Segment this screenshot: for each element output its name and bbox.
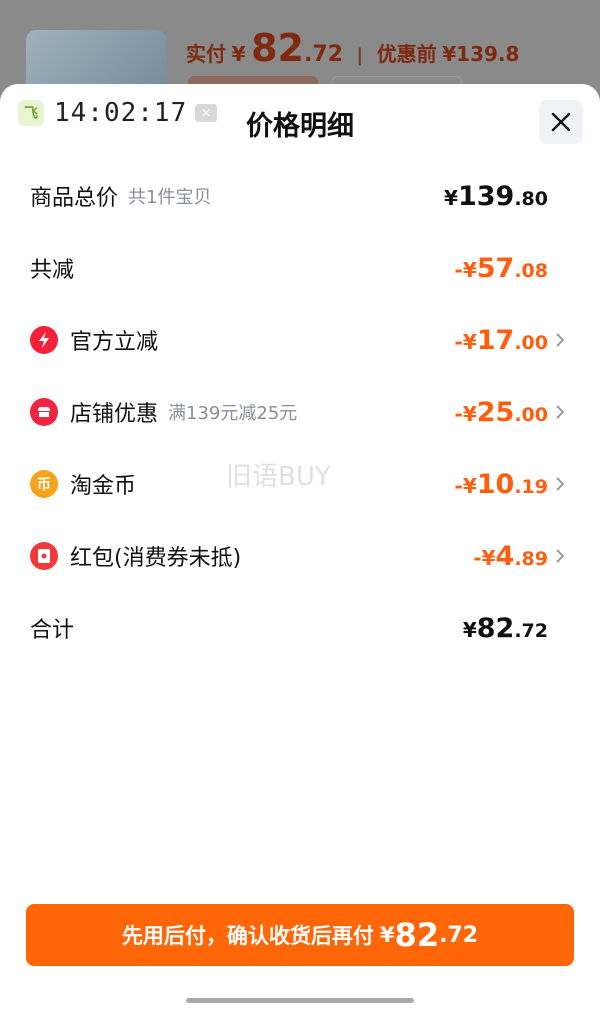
price-detail-sheet: 飞 14:02:17 × 价格明细 商品总价 共1件宝贝 ¥139.80 共减 …	[0, 84, 600, 1014]
paid-dec: .72	[303, 42, 343, 67]
amount-int: 4	[495, 540, 515, 572]
row-sub: 共1件宝贝	[128, 187, 212, 208]
row-grand-total: 合计 ¥82.72	[30, 608, 570, 648]
row-label: 店铺优惠	[70, 402, 159, 427]
amount-minus: -	[454, 329, 463, 354]
row-official-discount[interactable]: 官方立减 -¥17.00	[30, 320, 570, 360]
row-total-discount: 共减 -¥57.08	[30, 248, 570, 288]
row-label: 红包(消费券未抵)	[70, 546, 242, 571]
amount-minus: -	[454, 401, 463, 426]
amount-yen: ¥	[444, 185, 458, 210]
amount-yen: ¥	[462, 257, 477, 282]
amount-dec: .80	[514, 187, 548, 210]
lightning-icon	[30, 326, 58, 354]
row-amount: -¥17.00	[455, 325, 548, 356]
amount-yen: ¥	[462, 473, 477, 498]
amount-int: 57	[476, 252, 515, 284]
close-button[interactable]	[539, 100, 583, 144]
original-price: ¥139.8	[442, 42, 520, 66]
amount-int: 25	[476, 396, 515, 428]
home-indicator[interactable]	[186, 998, 414, 1003]
coin-icon: 币	[30, 470, 58, 498]
row-amount: -¥25.00	[455, 397, 548, 428]
row-label: 合计	[30, 618, 75, 643]
coin-icon-text: 币	[37, 477, 51, 493]
amount-int: 17	[476, 324, 515, 356]
paid-yen: ¥	[231, 42, 246, 66]
paid-int: 82	[251, 26, 304, 70]
close-icon	[551, 112, 571, 132]
chevron-right-icon	[556, 549, 565, 563]
amount-yen: ¥	[462, 329, 477, 354]
amount-int: 139	[457, 180, 515, 212]
row-red-packet[interactable]: 红包(消费券未抵) -¥4.89	[30, 536, 570, 576]
amount-dec: .19	[514, 475, 548, 498]
chevron-right-icon	[556, 405, 565, 419]
amount-dec: .72	[514, 619, 548, 642]
row-shop-discount[interactable]: 店铺优惠 满139元减25元 -¥25.00	[30, 392, 570, 432]
shop-icon	[30, 398, 58, 426]
row-amount: -¥4.89	[473, 541, 548, 572]
amount-yen: ¥	[462, 401, 477, 426]
original-label: 优惠前	[376, 42, 437, 66]
amount-dec: .89	[514, 547, 548, 570]
row-amount: -¥57.08	[455, 253, 548, 284]
sheet-title: 价格明细	[246, 111, 354, 142]
row-sub: 满139元减25元	[168, 403, 298, 424]
price-separator: |	[356, 45, 364, 66]
amount-minus: -	[454, 257, 463, 282]
row-label: 官方立减	[70, 330, 159, 355]
amount-int: 82	[476, 612, 515, 644]
pay-button-text: 先用后付，确认收货后再付	[121, 924, 374, 948]
amount-dec: .08	[514, 259, 548, 282]
pay-button-dec: .72	[439, 922, 479, 948]
amount-minus: -	[454, 473, 463, 498]
amount-minus: -	[473, 545, 482, 570]
row-label: 共减	[30, 258, 75, 283]
amount-int: 10	[476, 468, 515, 500]
row-label: 商品总价	[30, 186, 119, 211]
chevron-right-icon	[556, 477, 565, 491]
row-amount: ¥139.80	[444, 181, 548, 212]
red-packet-icon	[30, 542, 58, 570]
row-item-total: 商品总价 共1件宝贝 ¥139.80	[30, 176, 570, 216]
background-price-summary: 实付 ¥ 82.72 | 优惠前 ¥139.8	[186, 26, 519, 70]
watermark: 旧语BUY	[226, 462, 331, 492]
paid-label: 实付	[186, 42, 226, 66]
row-amount: ¥82.72	[463, 613, 548, 644]
pay-button-yen: ¥	[379, 923, 395, 947]
amount-yen: ¥	[481, 545, 496, 570]
row-label: 淘金币	[70, 474, 137, 499]
row-amount: -¥10.19	[455, 469, 548, 500]
pay-later-button[interactable]: 先用后付，确认收货后再付 ¥82.72	[26, 904, 574, 966]
chevron-right-icon	[556, 333, 565, 347]
pay-button-int: 82	[394, 916, 440, 954]
amount-dec: .00	[514, 403, 548, 426]
amount-dec: .00	[514, 331, 548, 354]
amount-yen: ¥	[462, 617, 477, 642]
